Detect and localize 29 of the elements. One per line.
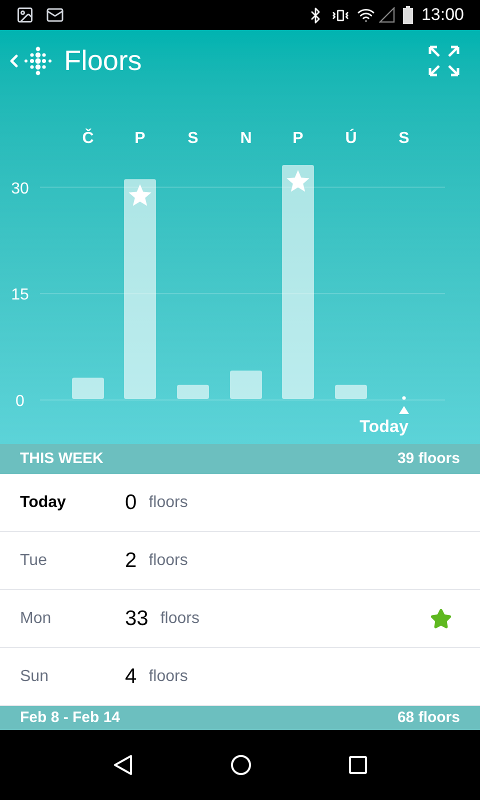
today-label: Today <box>360 417 408 436</box>
day-name: Today <box>20 492 67 512</box>
floor-unit: floors <box>160 608 200 628</box>
floor-unit: floors <box>148 666 188 686</box>
floor-count: 0 <box>125 490 137 516</box>
page-title: Floors <box>64 44 142 78</box>
day-name: Mon <box>20 608 52 628</box>
day-name: Tue <box>20 550 48 570</box>
day-label: S <box>398 130 410 147</box>
floor-count: 4 <box>125 664 137 690</box>
clock: 13:00 <box>421 4 464 26</box>
floor-unit: floors <box>148 492 188 512</box>
day-label: P <box>292 130 304 147</box>
day-label: Č <box>82 130 94 147</box>
day-label: P <box>134 130 146 147</box>
section-label: Feb 8 - Feb 14 <box>20 708 120 728</box>
day-name: Sun <box>20 666 50 686</box>
floor-count: 2 <box>125 548 137 574</box>
axis-tick-label: 0 <box>16 393 24 410</box>
axis-tick-label: 15 <box>11 286 29 304</box>
week-total: 39 floors <box>397 448 460 469</box>
week-label: THIS WEEK <box>20 448 104 469</box>
floor-unit: floors <box>148 550 188 570</box>
day-label: N <box>240 130 252 147</box>
day-label: Ú <box>345 130 357 147</box>
day-label: S <box>188 130 198 147</box>
section-total: 68 floors <box>397 708 460 728</box>
floor-count: 33 <box>125 606 148 632</box>
axis-tick-label: 30 <box>11 180 29 198</box>
